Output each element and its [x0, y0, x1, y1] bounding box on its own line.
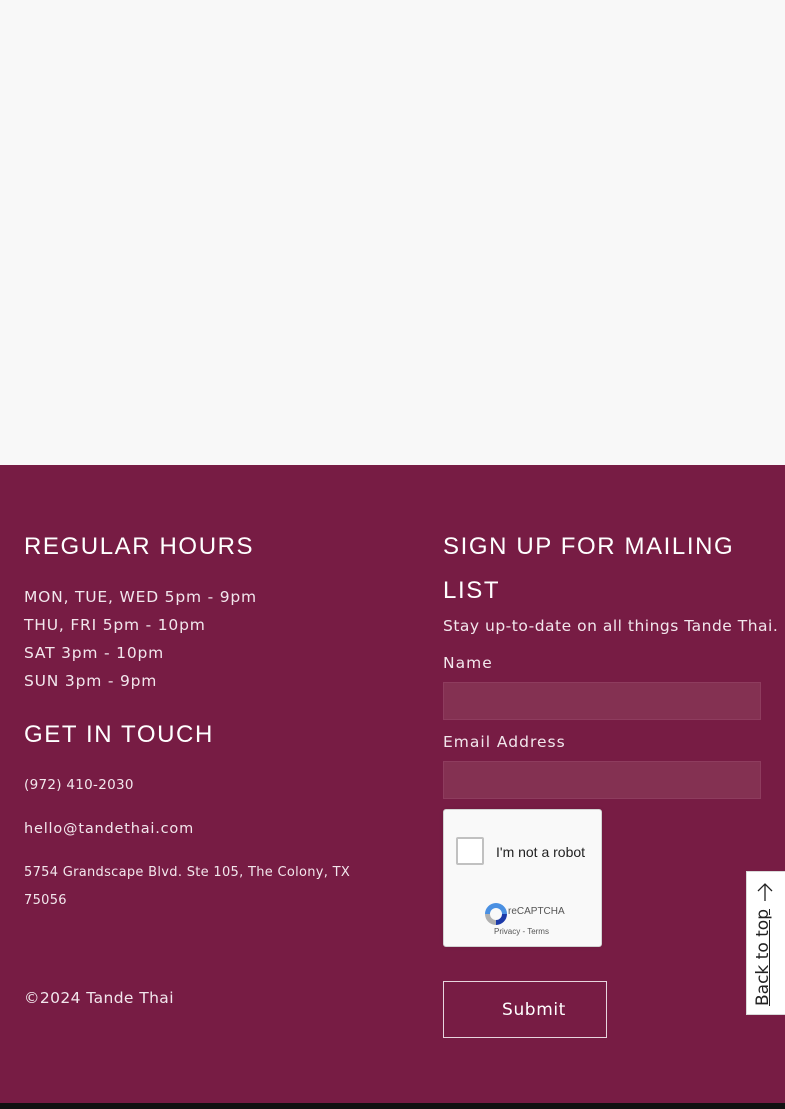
- recaptcha-label: I'm not a robot: [496, 844, 586, 860]
- hours-line: MON, TUE, WED 5pm - 9pm: [24, 588, 257, 606]
- hours-line: SUN 3pm - 9pm: [24, 672, 158, 690]
- phone-link[interactable]: (972) 410-2030: [24, 777, 134, 793]
- bottom-bar: [0, 1103, 785, 1109]
- address-link-line2[interactable]: 75056: [24, 893, 67, 908]
- copyright-text: ©2024 Tande Thai: [24, 989, 174, 1007]
- hours-line: SAT 3pm - 10pm: [24, 644, 165, 662]
- address-link-line1[interactable]: 5754 Grandscape Blvd. Ste 105, The Colon…: [24, 865, 350, 880]
- submit-button[interactable]: Submit: [443, 981, 607, 1038]
- get-in-touch-heading: GET IN TOUCH: [24, 721, 214, 748]
- name-label: Name: [443, 654, 493, 672]
- recaptcha-logo-icon: [485, 903, 507, 925]
- arrow-up-icon: [757, 883, 773, 901]
- back-to-top-label: Back to top: [753, 908, 773, 1006]
- email-label: Email Address: [443, 733, 566, 751]
- mailing-list-heading-line1: SIGN UP FOR MAILING: [443, 533, 735, 560]
- site-footer: REGULAR HOURS MON, TUE, WED 5pm - 9pm TH…: [0, 465, 785, 1103]
- mailing-subtitle: Stay up-to-date on all things Tande Thai…: [443, 617, 779, 635]
- email-link[interactable]: hello@tandethai.com: [24, 821, 194, 837]
- back-to-top-button[interactable]: Back to top: [746, 871, 785, 1015]
- regular-hours-heading: REGULAR HOURS: [24, 533, 255, 560]
- recaptcha-privacy-terms[interactable]: Privacy - Terms: [494, 927, 549, 936]
- email-input[interactable]: [443, 761, 761, 799]
- recaptcha-widget: I'm not a robot reCAPTCHA Privacy - Term…: [443, 809, 602, 947]
- hours-line: THU, FRI 5pm - 10pm: [24, 616, 206, 634]
- recaptcha-checkbox[interactable]: [456, 837, 484, 865]
- name-input[interactable]: [443, 682, 761, 720]
- content-area-blank: [0, 0, 785, 465]
- mailing-list-heading-line2: LIST: [443, 577, 501, 604]
- recaptcha-brand: reCAPTCHA: [508, 906, 565, 917]
